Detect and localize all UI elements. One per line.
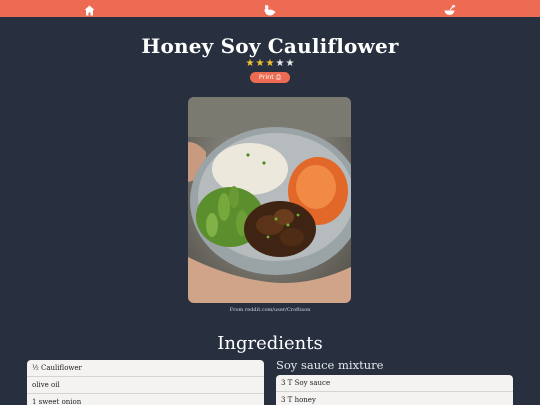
soy-sauce-heading: Soy sauce mixture — [276, 358, 384, 372]
star-empty-icon: ★ — [285, 58, 295, 69]
star-rating: ★★★★★ — [0, 58, 540, 70]
list-item: 1 sweet onion — [27, 394, 264, 405]
recipe-photo — [188, 97, 351, 303]
list-item: ½ Cauliflower — [27, 360, 264, 377]
star-filled-icon: ★ — [245, 58, 255, 69]
star-filled-icon: ★ — [255, 58, 265, 69]
list-item: olive oil — [27, 377, 264, 394]
rabbit-icon[interactable] — [263, 2, 276, 16]
list-item: 3 T honey — [276, 392, 513, 405]
star-filled-icon: ★ — [265, 58, 275, 69]
soy-sauce-list: 3 T Soy sauce 3 T honey — [276, 375, 513, 405]
list-item: 3 T Soy sauce — [276, 375, 513, 392]
ingredient-list: ½ Cauliflower olive oil 1 sweet onion — [27, 360, 264, 405]
star-empty-icon: ★ — [275, 58, 285, 69]
photo-credit: From reddit.com/user/Croftison — [229, 307, 311, 313]
print-button[interactable]: Print ⎙ — [250, 72, 290, 83]
recipe-title: Honey Soy Cauliflower — [141, 34, 399, 58]
bowl-whisk-icon[interactable] — [443, 2, 456, 15]
top-navbar — [0, 0, 540, 17]
ingredients-heading: Ingredients — [217, 333, 323, 354]
home-icon[interactable] — [83, 2, 96, 16]
